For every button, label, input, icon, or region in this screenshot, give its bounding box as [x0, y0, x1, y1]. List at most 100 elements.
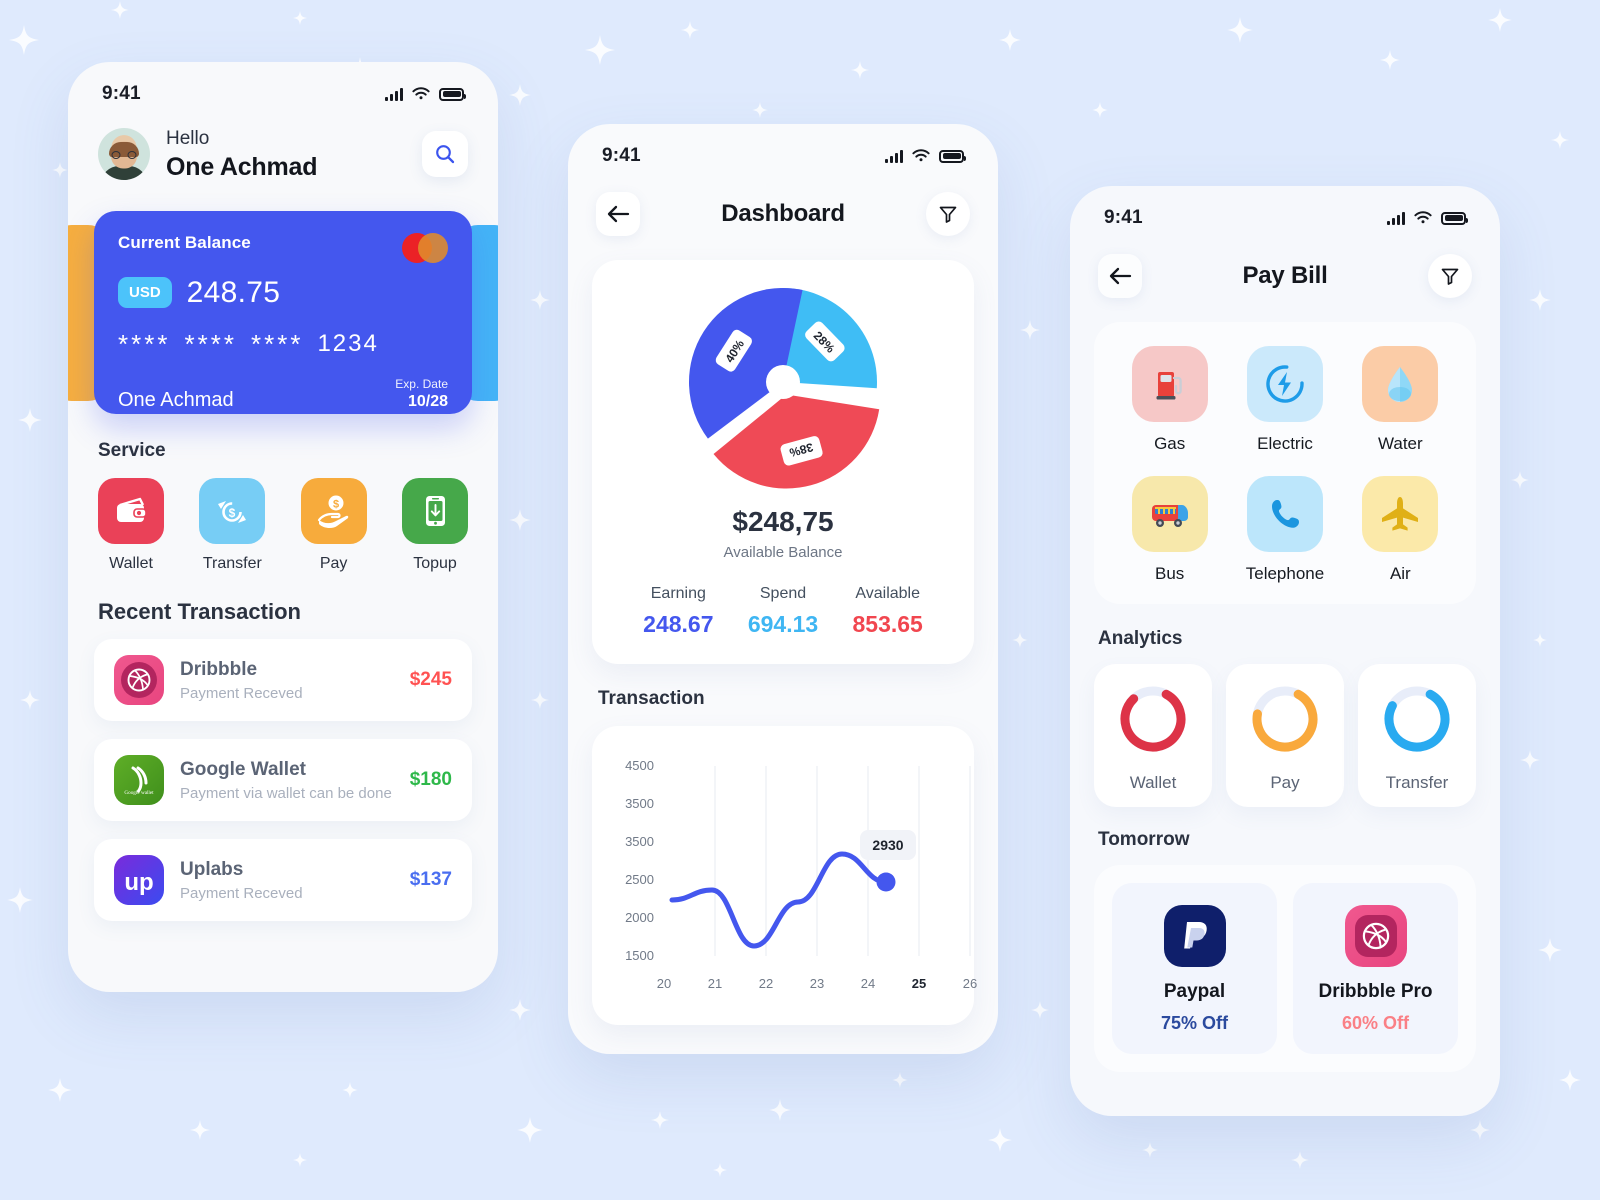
- paypal-icon: [1163, 905, 1226, 967]
- transfer-icon: $: [199, 477, 266, 544]
- offer-card-paypal[interactable]: Paypal 75% Off: [1112, 883, 1277, 1054]
- arrow-left-icon: [607, 205, 630, 223]
- battery-icon: [939, 149, 966, 163]
- sparkle-icon: [1470, 1120, 1490, 1140]
- sparkle-icon: [1092, 102, 1108, 118]
- sparkle-icon: [48, 1078, 72, 1102]
- stat-label: Spend: [759, 585, 807, 602]
- offer-name: Dribbble Pro: [1318, 981, 1433, 1002]
- offer-card-dribbble-pro[interactable]: Dribbble Pro 60% Off: [1293, 883, 1458, 1054]
- page-title: Dashboard: [721, 200, 845, 227]
- donut-chart-pay: [1252, 686, 1318, 752]
- analytics-card-wallet[interactable]: Wallet: [1094, 664, 1212, 807]
- back-button[interactable]: [596, 192, 640, 236]
- wallet-icon: [98, 477, 164, 544]
- transaction-amount: $180: [409, 768, 452, 790]
- home-header: Hello One Achmad: [68, 108, 498, 183]
- battery-icon: [1441, 211, 1468, 225]
- phone-dashboard-screen: 9:41 Dashboard 28% 38% 40% $248,75 Avail…: [568, 124, 998, 1054]
- card-last4: 1234: [317, 330, 379, 358]
- sparkle-icon: [509, 84, 531, 106]
- sparkle-icon: [769, 1099, 791, 1121]
- svg-text:up: up: [124, 869, 153, 895]
- sparkle-icon: [1031, 1001, 1049, 1019]
- sparkle-icon: [585, 35, 615, 65]
- donut-chart-transfer: [1384, 686, 1450, 752]
- service-item-transfer[interactable]: $ Transfer: [199, 477, 266, 573]
- analytics-label: Wallet: [1129, 773, 1177, 792]
- back-button[interactable]: [1098, 254, 1142, 298]
- sparkle-icon: [681, 21, 699, 39]
- bill-label: Telephone: [1245, 564, 1325, 583]
- filter-icon: [1441, 268, 1459, 285]
- sparkle-icon: [1520, 750, 1540, 770]
- status-bar: 9:41: [1070, 186, 1500, 232]
- airplane-icon: [1362, 476, 1439, 552]
- sparkle-icon: [1529, 289, 1551, 311]
- phone-topup-icon: [401, 477, 468, 544]
- transaction-row[interactable]: up Uplabs Payment Receved $137: [94, 838, 472, 921]
- service-item-topup[interactable]: Topup: [401, 477, 468, 573]
- transaction-subtitle: Payment via wallet can be done: [180, 785, 392, 803]
- sparkle-icon: [190, 1120, 210, 1140]
- analytics-card-pay[interactable]: Pay: [1226, 664, 1344, 807]
- sparkle-icon: [531, 691, 549, 709]
- bill-category-telephone[interactable]: Telephone: [1227, 476, 1342, 584]
- service-label: Topup: [413, 554, 457, 572]
- page-title: Pay Bill: [1242, 262, 1328, 289]
- analytics-card-transfer[interactable]: Transfer: [1358, 664, 1476, 807]
- phone-paybill-screen: 9:41 Pay Bill Gas Electric Water Bus Telepho…: [1070, 186, 1500, 1116]
- dribbble-icon: [114, 654, 164, 705]
- sparkle-icon: [293, 1153, 307, 1167]
- bill-label: Air: [1389, 564, 1411, 583]
- sparkle-icon: [293, 11, 307, 25]
- bill-category-air[interactable]: Air: [1343, 476, 1458, 584]
- bus-icon: [1131, 476, 1208, 552]
- card-exp-value: 10/28: [407, 392, 448, 410]
- greeting-label: Hello: [166, 128, 210, 149]
- search-button[interactable]: [422, 131, 468, 178]
- sparkle-icon: [1551, 131, 1569, 149]
- status-time: 9:41: [602, 145, 641, 166]
- stat-value: 694.13: [747, 611, 819, 637]
- card-amount: 248.75: [186, 275, 281, 309]
- bill-category-grid: Gas Electric Water Bus Telephone Air: [1112, 346, 1458, 584]
- sparkle-icon: [509, 509, 531, 531]
- wifi-icon: [1414, 211, 1432, 224]
- cellular-bars-icon: [1387, 211, 1405, 225]
- sparkle-icon: [752, 102, 768, 118]
- transaction-name: Dribbble: [180, 658, 258, 680]
- sparkle-icon: [1020, 320, 1040, 340]
- sparkle-icon: [20, 690, 40, 710]
- filter-button[interactable]: [1428, 254, 1472, 298]
- svg-text:22: 22: [759, 976, 773, 991]
- app-screenshot: 9:41 Hello One Achmad Current Balance US…: [0, 0, 1600, 1200]
- sparkle-icon: [7, 887, 33, 913]
- pie-chart: 28% 38% 40%: [612, 282, 954, 492]
- svg-text:2500: 2500: [625, 872, 654, 887]
- service-item-pay[interactable]: $ Pay: [300, 477, 367, 573]
- avatar[interactable]: [98, 128, 150, 181]
- transaction-row[interactable]: Google wallet Google Wallet Payment via wa…: [94, 738, 472, 821]
- bill-label: Water: [1377, 434, 1423, 453]
- line-chart[interactable]: 4500 3500 3500 2500 2000 150020 21 22 23 24 25 26 29…: [602, 742, 984, 1010]
- bill-categories-card: Gas Electric Water Bus Telephone Air: [1094, 322, 1476, 604]
- bill-category-electric[interactable]: Electric: [1227, 346, 1342, 454]
- transaction-amount: $137: [409, 868, 452, 890]
- filter-button[interactable]: [926, 192, 970, 236]
- balance-card[interactable]: Current Balance USD 248.75 **** **** ***…: [94, 210, 472, 414]
- transaction-name: Uplabs: [180, 858, 244, 880]
- transaction-subtitle: Payment Receved: [180, 685, 303, 703]
- bill-category-gas[interactable]: Gas: [1112, 346, 1227, 454]
- bill-category-bus[interactable]: Bus: [1112, 476, 1227, 584]
- service-item-wallet[interactable]: Wallet: [98, 477, 164, 573]
- svg-text:$: $: [229, 506, 236, 520]
- arrow-left-icon: [1109, 267, 1132, 285]
- sparkle-icon: [1533, 633, 1547, 647]
- bill-label: Bus: [1155, 564, 1185, 583]
- bill-category-water[interactable]: Water: [1343, 346, 1458, 454]
- transaction-row[interactable]: Dribbble Payment Receved $245: [94, 638, 472, 721]
- bill-label: Gas: [1154, 434, 1186, 453]
- sparkle-icon: [530, 290, 550, 310]
- uplabs-icon: up: [114, 854, 164, 905]
